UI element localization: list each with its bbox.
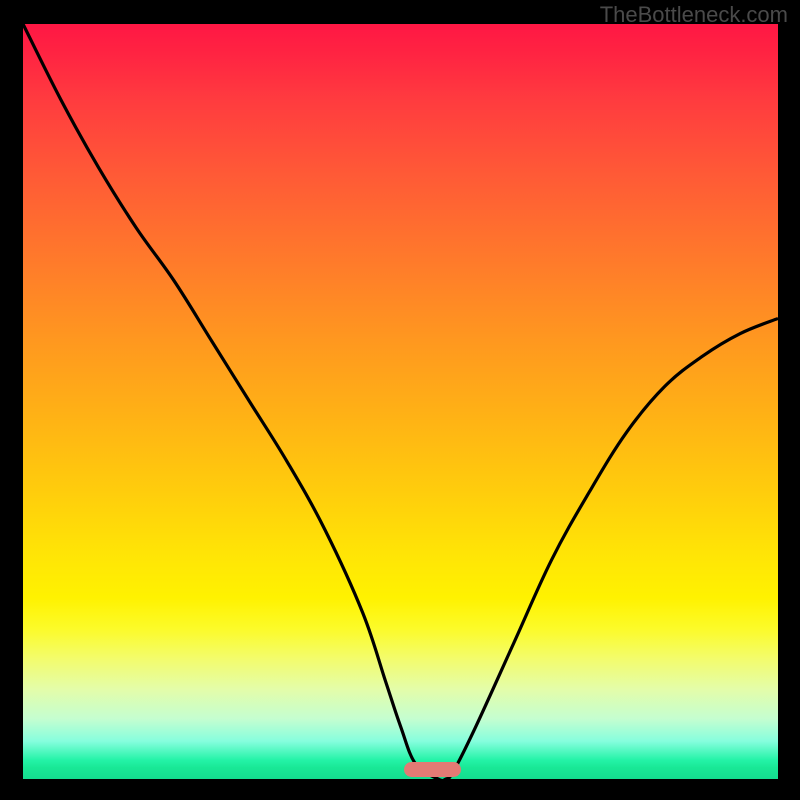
minimum-marker — [404, 762, 461, 777]
attribution-text: TheBottleneck.com — [600, 2, 788, 28]
chart-container: TheBottleneck.com — [0, 0, 800, 800]
plot-area — [23, 24, 778, 779]
bottleneck-curve — [23, 24, 778, 779]
curve-path — [23, 24, 778, 779]
